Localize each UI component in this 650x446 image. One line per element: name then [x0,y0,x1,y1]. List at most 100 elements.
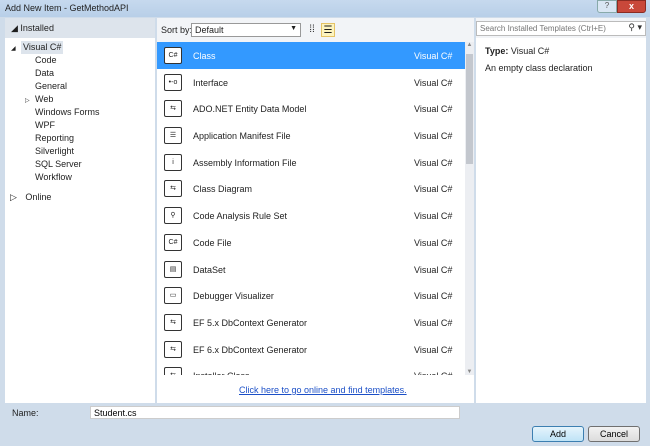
manifest-icon: ☰ [164,127,182,145]
template-language: Visual C# [414,104,453,115]
tree-item-label: Data [35,68,55,78]
template-row[interactable]: ▤ DataSet Visual C# [157,256,465,283]
template-name: Class Diagram [193,184,253,195]
template-description: An empty class declaration [485,63,593,73]
template-language: Visual C# [414,157,453,168]
template-name: Interface [193,77,229,88]
cancel-button[interactable]: Cancel [588,426,640,442]
template-language: Visual C# [414,264,453,275]
tree-item[interactable]: Workflow [5,171,155,184]
tree-item[interactable]: ◢ Visual C# [5,41,155,54]
small-icons-view-icon[interactable]: ⁞⁞ [305,23,319,37]
tree-item-label: Workflow [35,172,72,182]
help-button[interactable]: ? [597,0,617,13]
tree-item[interactable]: WPF [5,119,155,132]
tree-item[interactable]: SQL Server [5,158,155,171]
template-row[interactable]: ⇆ ADO.NET Entity Data Model Visual C# [157,95,465,122]
template-row[interactable]: ⚲ Code Analysis Rule Set Visual C# [157,202,465,229]
scrollbar[interactable]: ▲ ▼ [465,42,474,375]
template-language: Visual C# [414,184,453,195]
ef-generator-icon: ⇆ [164,313,182,331]
tree-item-label: Windows Forms [35,107,100,117]
template-name: Code Analysis Rule Set [193,211,288,222]
expand-arrow-icon[interactable]: ◢ [11,43,21,56]
close-button[interactable]: x [617,0,646,13]
tree-online[interactable]: ▷ Online [5,192,155,203]
sort-select[interactable]: Default ▼ [191,23,301,37]
tree-item-label: WPF [35,120,55,130]
template-language: Visual C# [414,344,453,355]
template-row[interactable]: C# Class Visual C# [157,42,465,69]
template-row[interactable]: ⇆ Installer Class Visual C# [157,362,465,375]
online-label: Online [25,192,52,202]
template-row[interactable]: ⇆ EF 5.x DbContext Generator Visual C# [157,309,465,336]
tree-item[interactable]: ▷ Web [5,93,155,106]
category-tree: ◢ Visual C# Code Data General ▷ Web Windows For… [5,38,155,184]
template-language: Visual C# [414,211,453,222]
tree-installed[interactable]: ◢ Installed [5,18,155,38]
add-button[interactable]: Add [532,426,584,442]
template-language: Visual C# [414,291,453,302]
title-bar: Add New Item - GetMethodAPI ? x [0,0,650,17]
template-row[interactable]: ☰ Application Manifest File Visual C# [157,122,465,149]
search-input[interactable] [476,21,646,36]
template-row[interactable]: i Assembly Information File Visual C# [157,149,465,176]
template-name: Debugger Visualizer [193,291,274,302]
class-diagram-icon: ⇆ [164,180,182,198]
rule-set-icon: ⚲ [164,207,182,225]
template-row[interactable]: ▭ Debugger Visualizer Visual C# [157,282,465,309]
template-row[interactable]: ⇆ EF 6.x DbContext Generator Visual C# [157,336,465,363]
tree-item-label: Reporting [35,133,75,143]
tree-item[interactable]: Reporting [5,132,155,145]
tree-item[interactable]: Code [5,54,155,67]
template-name: ADO.NET Entity Data Model [193,104,307,115]
scroll-down-icon[interactable]: ▼ [465,369,474,375]
tree-item[interactable]: General [5,80,155,93]
name-label: Name: [12,408,39,418]
tree-item[interactable]: Windows Forms [5,106,155,119]
code-file-icon: C# [164,233,182,251]
tree-item[interactable]: Data [5,67,155,80]
template-row[interactable]: ⇆ Class Diagram Visual C# [157,175,465,202]
template-name: Assembly Information File [193,157,297,168]
category-panel: ◢ Installed ◢ Visual C# Code Data General ▷ We… [5,18,155,403]
template-panel: Sort by: Default ▼ ⁞⁞ ☰ C# Class Visual C… [157,18,474,403]
entity-model-icon: ⇆ [164,100,182,118]
interface-icon: •-o [164,73,182,91]
template-language: Visual C# [414,51,453,61]
online-templates-link[interactable]: Click here to go online and find templat… [239,385,407,395]
tree-item[interactable]: Silverlight [5,145,155,158]
class-icon: C# [164,47,182,64]
template-name: Class [193,51,216,61]
tree-item-label: SQL Server [35,159,82,169]
template-language: Visual C# [414,371,452,375]
name-input[interactable] [90,406,460,419]
chevron-down-icon: ▼ [290,25,297,32]
tree-item-label: Code [35,55,57,65]
template-row[interactable]: C# Code File Visual C# [157,229,465,256]
scroll-up-icon[interactable]: ▲ [465,42,474,48]
scrollbar-thumb[interactable] [466,54,473,164]
search-box: ⚲ ▾ [476,18,646,38]
type-label: Type: [485,46,509,56]
sort-value: Default [195,25,224,35]
template-language: Visual C# [414,237,453,248]
type-info: Type: Visual C# [485,46,549,56]
debugger-visualizer-icon: ▭ [164,287,182,305]
search-icon[interactable]: ⚲ ▾ [628,22,642,33]
installer-class-icon: ⇆ [164,367,182,375]
window-title: Add New Item - GetMethodAPI [5,3,129,13]
tree-item-label: General [35,81,68,91]
template-language: Visual C# [414,77,453,88]
template-name: DataSet [193,264,226,275]
list-view-icon[interactable]: ☰ [321,23,335,37]
template-language: Visual C# [414,317,453,328]
sort-label: Sort by: [161,25,193,35]
details-panel: ⚲ ▾ Type: Visual C# An empty class decla… [476,18,646,403]
assembly-info-icon: i [164,153,182,171]
tree-item-label: Silverlight [35,146,75,156]
template-name: EF 6.x DbContext Generator [193,344,308,355]
tree-item-label: Visual C# [21,41,64,54]
template-row[interactable]: •-o Interface Visual C# [157,69,465,96]
template-name: Application Manifest File [193,131,291,142]
